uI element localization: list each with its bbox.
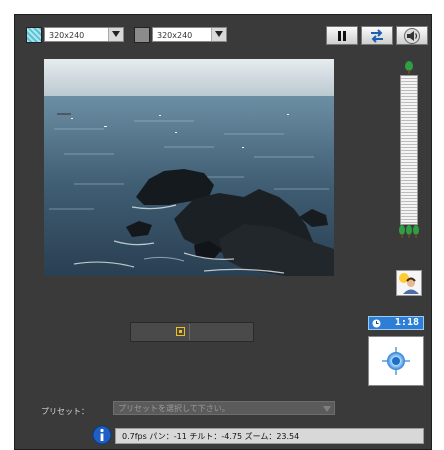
zoom-in-tree-icon[interactable]	[403, 61, 415, 75]
clock-time: 1:18	[394, 317, 419, 328]
clock-display: 1:18	[368, 316, 424, 330]
chevron-down-icon[interactable]	[211, 28, 226, 41]
camera-viewer-panel: 320x240 320x240 1:18 プリセット： プリセットを選択して下さ…	[14, 14, 432, 450]
crosshair-target-icon	[382, 347, 410, 375]
clock-icon	[372, 319, 381, 328]
camera-view[interactable]	[44, 59, 334, 276]
zoom-out-forest-icon[interactable]	[398, 225, 420, 239]
resolution-select-a-value: 320x240	[49, 31, 85, 40]
pause-button[interactable]	[326, 26, 358, 45]
resolution-select-b-value: 320x240	[157, 31, 193, 40]
color-mode-icon[interactable]	[26, 27, 42, 43]
resolution-select-a[interactable]: 320x240	[44, 27, 124, 42]
status-text: 0.7fps パン：-11 チルト：-4.75 ズーム：23.54	[122, 432, 300, 441]
pan-position-marker[interactable]	[176, 327, 185, 336]
resolution-select-b[interactable]: 320x240	[152, 27, 227, 42]
grayscale-mode-icon[interactable]	[134, 27, 150, 43]
swap-arrows-icon	[371, 28, 383, 43]
speaker-icon	[404, 27, 420, 44]
camera-image	[44, 59, 334, 276]
pan-bar[interactable]	[130, 322, 254, 342]
status-bar: 0.7fps パン：-11 チルト：-4.75 ズーム：23.54	[115, 428, 424, 444]
swap-button[interactable]	[361, 26, 393, 45]
zoom-slider[interactable]	[396, 61, 422, 239]
preset-label: プリセット：	[41, 407, 89, 416]
zoom-track[interactable]	[400, 75, 418, 225]
chevron-down-icon[interactable]	[322, 404, 332, 412]
home-position-button[interactable]	[368, 336, 424, 386]
preset-select[interactable]: プリセットを選択して下さい。	[113, 401, 335, 415]
sound-button[interactable]	[396, 26, 428, 45]
pause-icon	[338, 30, 346, 41]
profile-button[interactable]	[396, 270, 422, 296]
preset-select-placeholder: プリセットを選択して下さい。	[118, 404, 230, 413]
info-icon	[92, 425, 112, 445]
chevron-down-icon[interactable]	[108, 28, 123, 41]
person-icon	[399, 273, 419, 294]
